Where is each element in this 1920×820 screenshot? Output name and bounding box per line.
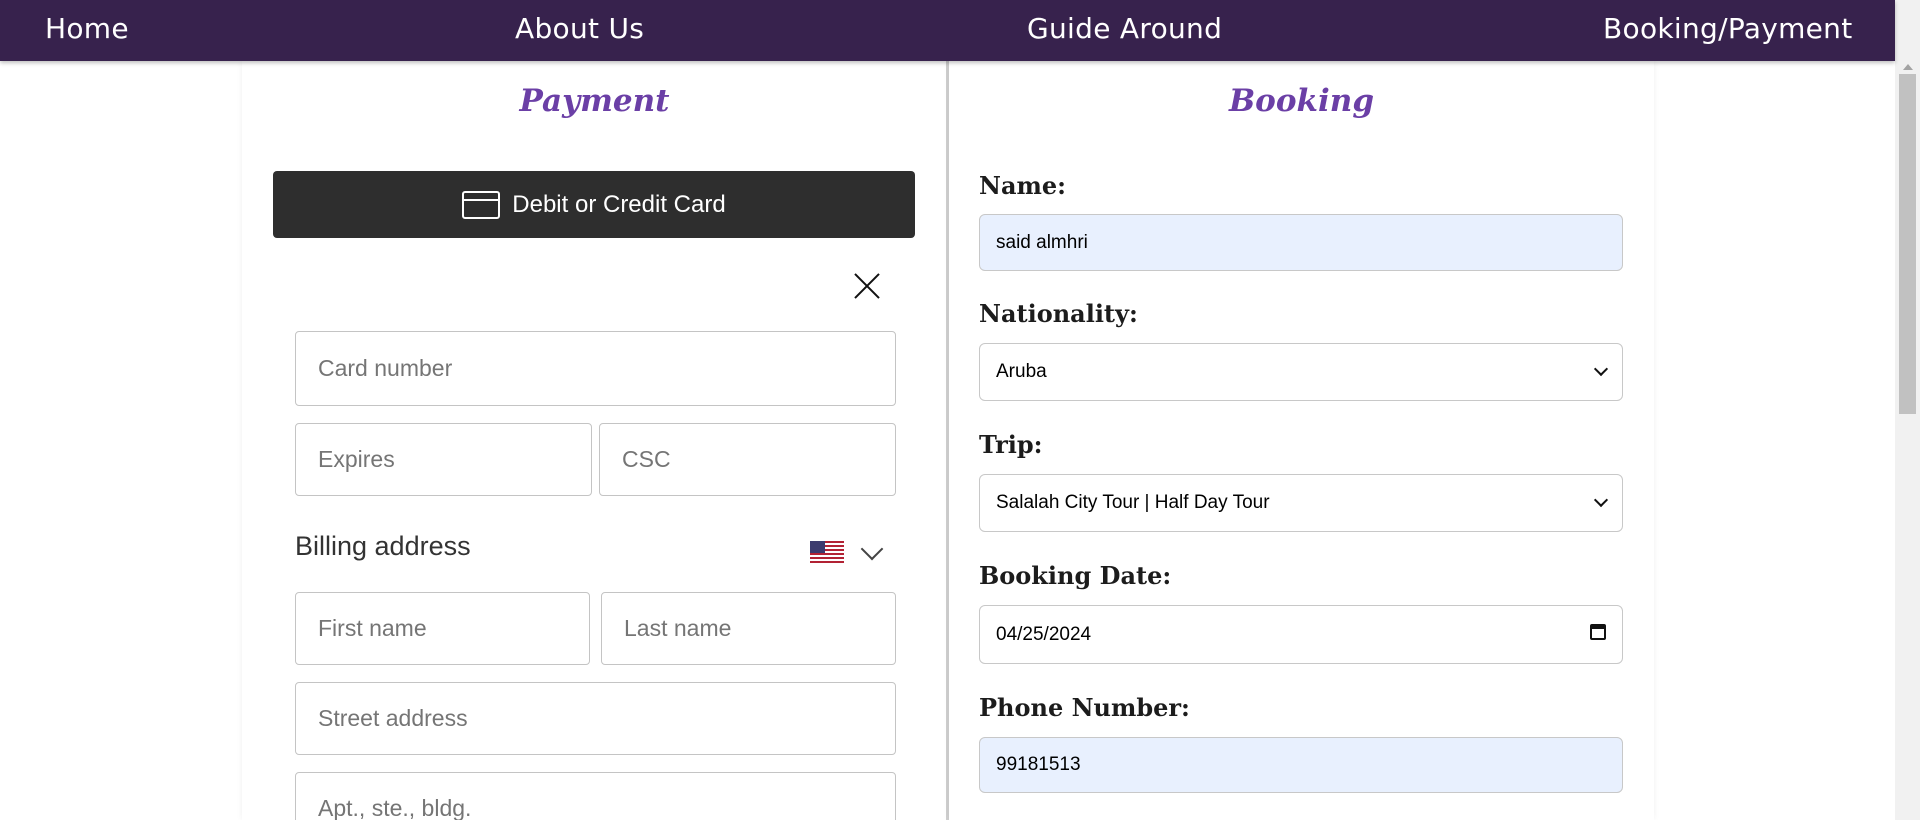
- last-name-input[interactable]: Last name: [601, 592, 896, 665]
- csc-placeholder: CSC: [622, 446, 671, 472]
- street-address-placeholder: Street address: [318, 705, 468, 731]
- close-icon[interactable]: [854, 271, 882, 299]
- apt-placeholder: Apt., ste., bldg.: [318, 795, 472, 820]
- nav-booking-payment[interactable]: Booking/Payment: [1603, 12, 1853, 45]
- top-nav: Home About Us Guide Around Booking/Payme…: [0, 0, 1895, 61]
- name-label: Name:: [979, 171, 1067, 200]
- card-number-input[interactable]: Card number: [295, 331, 896, 406]
- phone-label: Phone Number:: [979, 693, 1190, 722]
- payment-title: Payment: [519, 83, 670, 119]
- apt-input[interactable]: Apt., ste., bldg.: [295, 772, 896, 820]
- nav-home[interactable]: Home: [45, 12, 129, 45]
- calendar-icon[interactable]: [1590, 624, 1606, 640]
- booking-date-value: 04/25/2024: [996, 623, 1092, 645]
- booking-title: Booking: [1228, 83, 1375, 119]
- csc-input[interactable]: CSC: [599, 423, 896, 496]
- phone-value: 99181513: [996, 754, 1081, 775]
- nav-guide-around[interactable]: Guide Around: [1027, 12, 1222, 45]
- name-value: said almhri: [996, 231, 1088, 253]
- expires-input[interactable]: Expires: [295, 423, 592, 496]
- chevron-down-icon: [1593, 361, 1609, 377]
- chevron-down-icon[interactable]: [860, 537, 884, 561]
- card-button-label: Debit or Credit Card: [512, 190, 726, 218]
- chevron-down-icon: [1593, 492, 1609, 508]
- debit-credit-card-button[interactable]: Debit or Credit Card: [273, 171, 915, 238]
- first-name-placeholder: First name: [318, 615, 427, 641]
- trip-value: Salalah City Tour | Half Day Tour: [996, 492, 1270, 513]
- nationality-label: Nationality:: [979, 299, 1138, 328]
- nav-about-us[interactable]: About Us: [515, 12, 644, 45]
- payment-panel: Payment Debit or Credit Card Card number…: [242, 61, 947, 820]
- trip-select[interactable]: Salalah City Tour | Half Day Tour: [979, 474, 1623, 532]
- booking-date-label: Booking Date:: [979, 561, 1172, 590]
- last-name-placeholder: Last name: [624, 615, 732, 641]
- nationality-select[interactable]: Aruba: [979, 343, 1623, 401]
- billing-address-label: Billing address: [295, 531, 471, 561]
- name-input[interactable]: said almhri: [979, 214, 1623, 271]
- scrollbar-thumb[interactable]: [1899, 74, 1916, 414]
- us-flag-icon[interactable]: [810, 541, 844, 565]
- booking-date-input[interactable]: 04/25/2024: [979, 605, 1623, 664]
- nationality-value: Aruba: [996, 361, 1047, 382]
- card-icon: [462, 190, 501, 219]
- trip-label: Trip:: [979, 430, 1043, 459]
- scroll-up-arrow[interactable]: [1895, 0, 1920, 70]
- first-name-input[interactable]: First name: [295, 592, 590, 665]
- page-scrollbar[interactable]: [1895, 0, 1920, 820]
- phone-input[interactable]: 99181513: [979, 737, 1623, 793]
- booking-panel: Booking Name: said almhri Nationality: A…: [949, 61, 1654, 820]
- street-address-input[interactable]: Street address: [295, 682, 896, 755]
- page: Home About Us Guide Around Booking/Payme…: [0, 0, 1920, 820]
- card-number-placeholder: Card number: [318, 355, 453, 381]
- expires-placeholder: Expires: [318, 446, 395, 472]
